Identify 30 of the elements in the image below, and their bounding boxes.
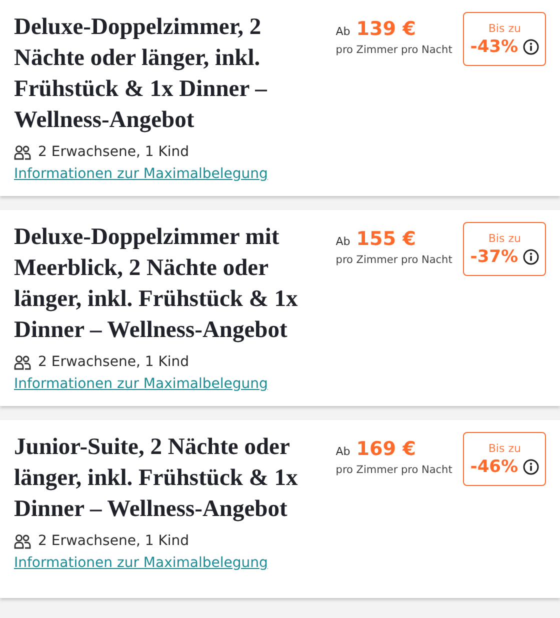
room-title: Junior-Suite, 2 Nächte oder länger, inkl. Frühstück & 1x Dinner – Wellness-Angebot (14, 433, 299, 524)
occupancy-info-link[interactable]: Informationen zur Maximalbelegung (14, 166, 268, 182)
discount-value: -37% (470, 246, 518, 266)
price-note: pro Zimmer pro Nacht (336, 254, 454, 266)
discount-label: Bis zu (488, 232, 521, 244)
discount-label: Bis zu (488, 22, 521, 34)
price-note: pro Zimmer pro Nacht (336, 464, 454, 476)
discount-label: Bis zu (488, 442, 521, 454)
price: 169 € (356, 438, 416, 460)
price-prefix: Ab (336, 235, 350, 248)
occupancy-text: 2 Erwachsene, 1 Kind (38, 144, 190, 160)
price: 139 € (356, 18, 416, 40)
price-prefix: Ab (336, 25, 350, 38)
price-note: pro Zimmer pro Nacht (336, 44, 454, 56)
people-icon (14, 144, 31, 160)
people-icon (14, 534, 31, 548)
occupancy-info-link[interactable]: Informationen zur Maximalbelegung (14, 555, 268, 571)
occupancy-info-link[interactable]: Informationen zur Maximalbelegung (14, 376, 268, 392)
discount-value: -43% (470, 36, 518, 56)
room-title: Deluxe-Doppelzimmer mit Meerblick, 2 Nächte oder länger, inkl. Frühstück & 1x Dinner – Wellness-Angebot (14, 223, 299, 345)
info-icon[interactable] (523, 458, 540, 474)
price: 155 € (356, 228, 416, 250)
discount-value: -46% (470, 456, 518, 476)
info-icon[interactable] (523, 248, 540, 264)
info-icon[interactable] (523, 38, 540, 54)
occupancy-text: 2 Erwachsene, 1 Kind (38, 533, 190, 549)
occupancy-text: 2 Erwachsene, 1 Kind (38, 354, 190, 370)
room-title: Deluxe-Doppelzimmer, 2 Nächte oder länger, inkl. Frühstück & 1x Dinner – Wellness-Angebot (14, 13, 268, 135)
price-prefix: Ab (336, 445, 350, 458)
people-icon (14, 354, 31, 370)
